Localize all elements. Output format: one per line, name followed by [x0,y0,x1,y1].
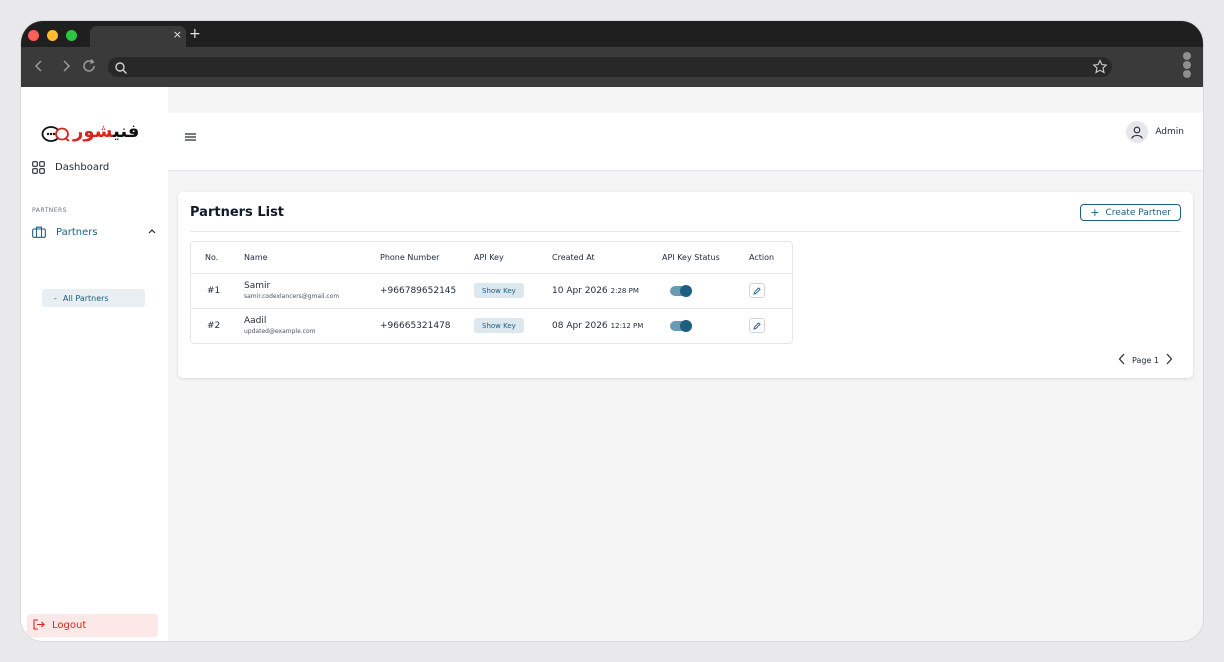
partner-name-cell: Aadil updated@example.com [244,316,316,335]
partner-phone: +966789652145 [380,286,457,296]
app-root: فنيشور Dashboard PARTNERS Partners - All… [21,87,1203,641]
browser-tab[interactable]: × [90,26,186,47]
column-header-name: Name [244,253,268,262]
page-indicator: Page 1 [1132,355,1159,365]
pagination: Page 1 [1112,353,1179,367]
sidebar-subitem-label: All Partners [62,293,109,303]
sidebar-item-partners[interactable]: Partners [32,223,157,241]
table-row: #1 Samir samir.codexlancers@gmail.com +9… [191,274,792,309]
pencil-icon [753,321,761,330]
forward-icon[interactable] [58,58,74,74]
user-name: Admin [1155,127,1184,137]
brand-wordmark-red: شور [73,121,113,142]
sidebar-section-label: PARTNERS [32,207,67,214]
created-date: 08 Apr 2026 [552,321,608,331]
created-date: 10 Apr 2026 [552,286,608,296]
edit-button[interactable] [749,318,765,333]
show-key-button[interactable]: Show Key [474,318,524,333]
table-header: No. Name Phone Number API Key Created At… [191,242,792,274]
pencil-icon [753,286,761,295]
created-time: 12:12 PM [610,322,644,330]
created-at: 10 Apr 2026 2:28 PM [552,286,639,296]
create-partner-label: Create Partner [1105,207,1171,218]
subitem-dash: - [54,293,57,303]
top-header: Admin [168,113,1203,171]
browser-toolbar [21,47,1203,87]
partners-card: Partners List + Create Partner No. Name … [178,192,1193,378]
partner-name: Samir [244,281,271,291]
api-key-status-toggle[interactable] [670,285,692,297]
column-header-no: No. [205,253,219,262]
column-header-action: Action [749,253,775,262]
sidebar-item-label: Partners [56,226,98,238]
partner-email: updated@example.com [244,328,316,335]
created-at: 08 Apr 2026 12:12 PM [552,321,643,331]
logout-label: Logout [52,620,87,631]
edit-button[interactable] [749,283,765,298]
plus-icon: + [1090,206,1100,219]
partners-table: No. Name Phone Number API Key Created At… [190,241,793,344]
sidebar: فنيشور Dashboard PARTNERS Partners - All… [21,87,168,641]
bookmark-star-icon[interactable] [1092,59,1108,79]
divider [190,231,1181,232]
search-icon [114,60,128,79]
partner-name: Aadil [244,316,267,326]
show-key-button[interactable]: Show Key [474,283,524,298]
api-key-status-toggle[interactable] [670,320,692,332]
next-page-icon[interactable] [1165,353,1173,367]
maximize-window-button[interactable] [66,30,77,41]
tab-close-icon[interactable]: × [173,28,182,42]
sidebar-item-dashboard[interactable]: Dashboard [32,158,157,176]
column-header-phone: Phone Number [380,253,440,262]
row-number: #2 [207,321,221,331]
partner-email: samir.codexlancers@gmail.com [244,293,340,300]
user-avatar-icon [1126,121,1149,143]
briefcase-icon [32,226,46,238]
logout-button[interactable]: Logout [27,614,158,637]
column-header-created-at: Created At [552,253,595,262]
brand-wordmark: فنيشور [73,121,139,142]
sidebar-item-label: Dashboard [55,161,110,173]
partner-name-cell: Samir samir.codexlancers@gmail.com [244,281,339,300]
column-header-api-key-status: API Key Status [662,253,720,262]
row-number: #1 [207,286,221,296]
browser-menu-icon[interactable] [1182,52,1192,80]
partner-phone: +96665321478 [380,321,451,331]
minimize-window-button[interactable] [47,30,58,41]
page-title: Partners List [190,205,285,220]
close-window-button[interactable] [28,30,39,41]
browser-tabbar: × + [21,21,1203,47]
chevron-up-icon[interactable] [147,227,157,238]
grid-icon [32,160,45,174]
user-menu[interactable]: Admin [1126,121,1184,143]
menu-icon[interactable] [184,127,197,146]
sidebar-subitem-all-partners[interactable]: - All Partners [42,289,145,307]
browser-window: × + فنيشور Dashboard PARTNERS Partners -… [21,21,1203,641]
table-row: #2 Aadil updated@example.com +9666532147… [191,309,792,344]
new-tab-button[interactable]: + [189,27,201,41]
reload-icon[interactable] [81,58,97,74]
created-time: 2:28 PM [610,287,639,295]
column-header-api-key: API Key [474,253,504,262]
brand-wordmark-black: فني [112,121,140,142]
address-bar[interactable] [108,57,1112,77]
chat-bubbles-logo-icon [41,125,71,147]
previous-page-icon[interactable] [1118,353,1126,367]
create-partner-button[interactable]: + Create Partner [1080,204,1181,221]
back-icon[interactable] [31,58,47,74]
logout-icon [33,618,45,633]
